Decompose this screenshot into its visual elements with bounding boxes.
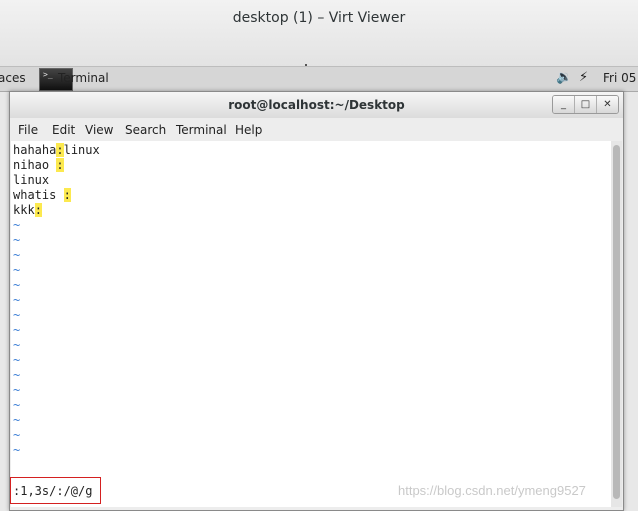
terminal-body[interactable]: hahaha:linux nihao : linux whatis : kkk:… xyxy=(11,141,611,507)
close-button[interactable]: ✕ xyxy=(596,96,618,113)
empty-line-tilde: ~ xyxy=(13,353,21,367)
editor-line: nihao : xyxy=(13,158,64,173)
line-text: kkk xyxy=(13,203,35,217)
search-match: : xyxy=(63,188,71,202)
empty-line-tilde: ~ xyxy=(13,218,21,232)
empty-line-tilde: ~ xyxy=(13,278,21,292)
empty-line-tilde: ~ xyxy=(13,443,21,457)
empty-line-tilde: ~ xyxy=(13,248,21,262)
editor-line: linux xyxy=(13,173,49,188)
search-match: : xyxy=(34,203,42,217)
empty-line-tilde: ~ xyxy=(13,368,21,382)
watermark: https://blog.csdn.net/ymeng9527 xyxy=(398,483,586,498)
guest-top-panel: aces >_ Terminal 🔉 ⚡ Fri 05 xyxy=(0,67,638,92)
terminal-title: root@localhost:~/Desktop xyxy=(228,98,405,112)
empty-line-tilde: ~ xyxy=(13,338,21,352)
terminal-thumb-text: >_ xyxy=(43,70,53,79)
menu-view[interactable]: View xyxy=(85,123,113,137)
empty-line-tilde: ~ xyxy=(13,413,21,427)
empty-line-tilde: ~ xyxy=(13,308,21,322)
power-icon[interactable]: ⚡ xyxy=(579,70,588,85)
maximize-button[interactable]: □ xyxy=(574,96,596,113)
scrollbar-thumb[interactable] xyxy=(613,145,620,499)
menu-file[interactable]: File xyxy=(18,123,38,137)
empty-line-tilde: ~ xyxy=(13,263,21,277)
viewer-titlebar: desktop (1) – Virt Viewer xyxy=(0,0,638,67)
terminal-window: root@localhost:~/Desktop _ □ ✕ File Edit… xyxy=(9,91,624,511)
menu-search[interactable]: Search xyxy=(125,123,166,137)
terminal-titlebar[interactable]: root@localhost:~/Desktop _ □ ✕ xyxy=(10,92,623,118)
line-text: linux xyxy=(13,173,50,187)
menu-terminal[interactable]: Terminal xyxy=(176,123,227,137)
workspaces-label[interactable]: aces xyxy=(0,71,26,85)
menu-help[interactable]: Help xyxy=(235,123,262,137)
minimize-button[interactable]: _ xyxy=(553,96,574,113)
menubar: File Edit View Search Terminal Help xyxy=(10,119,623,141)
editor-line: whatis : xyxy=(13,188,71,203)
window-controls: _ □ ✕ xyxy=(552,95,619,114)
empty-line-tilde: ~ xyxy=(13,428,21,442)
volume-icon[interactable]: 🔉 xyxy=(556,70,572,85)
line-text: hahaha xyxy=(13,143,57,157)
editor-line: hahaha:linux xyxy=(13,143,100,158)
cursor-dot xyxy=(305,64,307,66)
line-text: whatis xyxy=(13,188,64,202)
search-match: : xyxy=(56,143,64,157)
empty-line-tilde: ~ xyxy=(13,398,21,412)
empty-line-tilde: ~ xyxy=(13,233,21,247)
taskbar-terminal-label[interactable]: Terminal xyxy=(58,71,109,85)
menu-edit[interactable]: Edit xyxy=(52,123,75,137)
empty-line-tilde: ~ xyxy=(13,293,21,307)
empty-line-tilde: ~ xyxy=(13,383,21,397)
editor-line: kkk: xyxy=(13,203,42,218)
viewer-title: desktop (1) – Virt Viewer xyxy=(232,10,406,26)
search-match: : xyxy=(56,158,64,172)
empty-line-tilde: ~ xyxy=(13,323,21,337)
clock[interactable]: Fri 05 xyxy=(603,71,636,85)
vim-command-line[interactable]: :1,3s/:/@/g xyxy=(13,484,92,498)
terminal-scrollbar[interactable] xyxy=(611,141,622,507)
line-text: nihao xyxy=(13,158,57,172)
line-text: linux xyxy=(63,143,100,157)
